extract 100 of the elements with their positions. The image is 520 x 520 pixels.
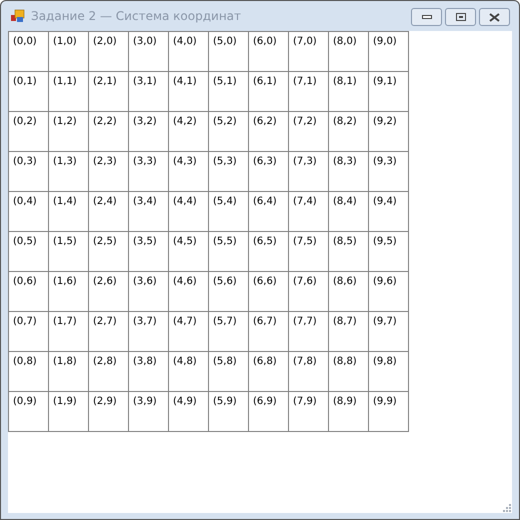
grid-cell: (6,1)	[249, 72, 289, 112]
grid-cell: (3,8)	[129, 352, 169, 392]
grid-cell: (8,4)	[329, 192, 369, 232]
grid-cell: (2,6)	[89, 272, 129, 312]
grid-cell: (2,1)	[89, 72, 129, 112]
grid-cell: (4,1)	[169, 72, 209, 112]
grid-cell: (0,3)	[9, 152, 49, 192]
grid-cell: (4,3)	[169, 152, 209, 192]
grid-cell: (2,5)	[89, 232, 129, 272]
grid-cell: (8,1)	[329, 72, 369, 112]
grid-cell: (9,3)	[369, 152, 409, 192]
grid-cell: (3,5)	[129, 232, 169, 272]
grid-cell: (1,4)	[49, 192, 89, 232]
grid-cell: (3,7)	[129, 312, 169, 352]
minimize-button[interactable]	[411, 8, 442, 26]
grid-cell: (5,9)	[209, 392, 249, 432]
grid-cell: (2,7)	[89, 312, 129, 352]
grid-cell: (8,8)	[329, 352, 369, 392]
grid-cell: (0,8)	[9, 352, 49, 392]
grid-cell: (2,3)	[89, 152, 129, 192]
grid-cell: (9,1)	[369, 72, 409, 112]
grid-cell: (7,8)	[289, 352, 329, 392]
grid-cell: (8,2)	[329, 112, 369, 152]
grid-cell: (1,8)	[49, 352, 89, 392]
grid-cell: (9,6)	[369, 272, 409, 312]
resize-grip-icon[interactable]	[503, 504, 511, 512]
grid-cell: (4,8)	[169, 352, 209, 392]
grid-cell: (0,6)	[9, 272, 49, 312]
grid-cell: (7,4)	[289, 192, 329, 232]
window-title: Задание 2 — Система координат	[31, 8, 242, 25]
grid-cell: (6,0)	[249, 32, 289, 72]
grid-cell: (9,2)	[369, 112, 409, 152]
grid-cell: (5,8)	[209, 352, 249, 392]
grid-cell: (9,5)	[369, 232, 409, 272]
grid-cell: (5,6)	[209, 272, 249, 312]
grid-cell: (4,0)	[169, 32, 209, 72]
grid-cell: (2,0)	[89, 32, 129, 72]
grid-cell: (3,4)	[129, 192, 169, 232]
grid-cell: (9,7)	[369, 312, 409, 352]
grid-cell: (1,3)	[49, 152, 89, 192]
maximize-button[interactable]	[445, 8, 476, 26]
grid-cell: (5,4)	[209, 192, 249, 232]
grid-cell: (8,9)	[329, 392, 369, 432]
grid-cell: (9,8)	[369, 352, 409, 392]
grid-cell: (2,9)	[89, 392, 129, 432]
grid-cell: (8,3)	[329, 152, 369, 192]
grid-cell: (1,2)	[49, 112, 89, 152]
grid-cell: (4,7)	[169, 312, 209, 352]
close-icon	[489, 12, 500, 22]
grid-cell: (7,0)	[289, 32, 329, 72]
grid-cell: (6,3)	[249, 152, 289, 192]
grid-cell: (5,7)	[209, 312, 249, 352]
grid-cell: (6,2)	[249, 112, 289, 152]
grid-cell: (5,2)	[209, 112, 249, 152]
grid-cell: (9,9)	[369, 392, 409, 432]
grid-cell: (8,0)	[329, 32, 369, 72]
grid-cell: (4,5)	[169, 232, 209, 272]
grid-cell: (4,2)	[169, 112, 209, 152]
grid-cell: (3,2)	[129, 112, 169, 152]
grid-cell: (6,9)	[249, 392, 289, 432]
grid-cell: (0,1)	[9, 72, 49, 112]
grid-cell: (1,1)	[49, 72, 89, 112]
grid-cell: (3,6)	[129, 272, 169, 312]
grid-cell: (1,7)	[49, 312, 89, 352]
grid-cell: (1,0)	[49, 32, 89, 72]
grid-cell: (6,7)	[249, 312, 289, 352]
grid-cell: (1,9)	[49, 392, 89, 432]
grid-cell: (7,6)	[289, 272, 329, 312]
app-icon	[11, 9, 25, 23]
grid-cell: (8,6)	[329, 272, 369, 312]
restore-icon	[456, 13, 466, 21]
close-button[interactable]	[479, 8, 510, 26]
grid-cell: (0,2)	[9, 112, 49, 152]
grid-cell: (8,7)	[329, 312, 369, 352]
grid-cell: (8,5)	[329, 232, 369, 272]
grid-cell: (0,9)	[9, 392, 49, 432]
grid-cell: (2,2)	[89, 112, 129, 152]
grid-cell: (5,0)	[209, 32, 249, 72]
grid-cell: (0,5)	[9, 232, 49, 272]
grid-cell: (7,5)	[289, 232, 329, 272]
grid-cell: (5,5)	[209, 232, 249, 272]
grid-cell: (9,0)	[369, 32, 409, 72]
grid-cell: (6,5)	[249, 232, 289, 272]
grid-cell: (7,3)	[289, 152, 329, 192]
grid-cell: (4,9)	[169, 392, 209, 432]
grid-cell: (0,7)	[9, 312, 49, 352]
grid-cell: (0,4)	[9, 192, 49, 232]
grid-cell: (6,8)	[249, 352, 289, 392]
grid-cell: (7,9)	[289, 392, 329, 432]
grid-cell: (5,1)	[209, 72, 249, 112]
grid-cell: (5,3)	[209, 152, 249, 192]
grid-cell: (6,6)	[249, 272, 289, 312]
grid-cell: (7,7)	[289, 312, 329, 352]
grid-cell: (7,2)	[289, 112, 329, 152]
grid-cell: (3,3)	[129, 152, 169, 192]
grid-cell: (0,0)	[9, 32, 49, 72]
grid-cell: (1,5)	[49, 232, 89, 272]
grid-cell: (2,8)	[89, 352, 129, 392]
grid-cell: (7,1)	[289, 72, 329, 112]
grid-cell: (1,6)	[49, 272, 89, 312]
